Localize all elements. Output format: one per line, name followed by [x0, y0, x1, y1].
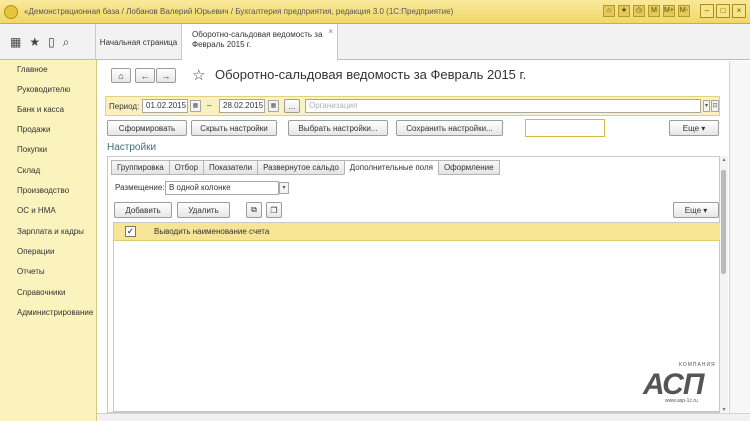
sidebar-item-reports[interactable]: Отчеты [17, 267, 45, 276]
more-label: Еще [682, 123, 700, 133]
arrow-right-icon: → [161, 70, 171, 81]
logo-url-text: www.asp-1c.ru [665, 398, 698, 404]
star-icon[interactable]: ★ [29, 35, 40, 49]
arrow-left-icon: ← [140, 70, 150, 81]
sidebar-item-warehouse[interactable]: Склад [17, 166, 40, 175]
sidebar-item-main[interactable]: Главное [17, 65, 48, 74]
add-button[interactable]: Добавить [114, 202, 172, 218]
settings-tabs: Группировка Отбор Показатели Развернутое… [111, 160, 500, 175]
mem-minus-button[interactable]: М- [678, 5, 690, 17]
close-icon[interactable]: × [328, 27, 333, 37]
settings-title: Настройки [107, 142, 157, 153]
sidebar-item-assets[interactable]: ОС и НМА [17, 206, 56, 215]
delete-button[interactable]: Удалить [177, 202, 230, 218]
favorite-star-icon[interactable]: ☆ [192, 66, 205, 84]
grid-icon[interactable]: ▦ [10, 35, 21, 49]
settings-more-label: Еще [684, 205, 702, 215]
hide-settings-button[interactable]: Скрыть настройки [191, 120, 277, 136]
date-from-field[interactable]: 01.02.2015 [142, 99, 188, 113]
chevron-down-icon: ▾ [701, 123, 706, 133]
save-settings-button[interactable]: Сохранить настройки... [396, 120, 503, 136]
calendar-icon[interactable]: ▦ [268, 100, 279, 112]
search-icon[interactable]: ⌕ [63, 35, 70, 50]
company-logo: КОМПАНИЯ АСП www.asp-1c.ru [643, 360, 723, 406]
report-form: ⌂ ← → ☆ Оборотно-сальдовая ведомость за … [97, 61, 730, 413]
sidebar-item-bank[interactable]: Банк и касса [17, 105, 64, 114]
calendar-icon[interactable]: ▦ [190, 100, 201, 112]
sidebar-item-catalogs[interactable]: Справочники [17, 288, 65, 297]
tab-report-label: Оборотно-сальдовая ведомость за Февраль … [192, 30, 323, 49]
home-icon: ⌂ [118, 70, 124, 81]
row-checkbox[interactable]: ✓ [125, 226, 136, 237]
sidebar-item-admin[interactable]: Администрирование [17, 308, 93, 317]
period-select-button[interactable]: ... [284, 99, 300, 113]
top-icons: ▦ ★ ▯ ⌕ [0, 24, 96, 60]
sidebar-item-operations[interactable]: Операции [17, 247, 54, 256]
right-margin [730, 61, 750, 413]
sections-sidebar: Главное Руководителю Банк и касса Продаж… [0, 60, 97, 421]
tab-indicators[interactable]: Показатели [203, 160, 258, 175]
scroll-down-icon[interactable]: ▾ [720, 406, 728, 413]
minimize-icon[interactable]: – [700, 4, 714, 18]
row-label: Выводить наименование счета [154, 227, 270, 236]
dropdown-icon[interactable]: ▾ [279, 182, 289, 194]
home-button[interactable]: ⌂ [111, 68, 131, 83]
scroll-up-icon[interactable]: ▴ [720, 156, 728, 163]
home-icon[interactable]: ⌂ [603, 5, 615, 17]
sidebar-item-production[interactable]: Производство [17, 186, 69, 195]
title-toolbar: ⌂ ★ ◷ М М+ М- [603, 5, 690, 17]
logo-brand-text: АСП [643, 368, 704, 401]
history-icon[interactable]: ◷ [633, 5, 645, 17]
page-title: Оборотно-сальдовая ведомость за Февраль … [215, 67, 527, 82]
tab-grouping[interactable]: Группировка [111, 160, 169, 175]
app-logo-icon [4, 4, 18, 19]
placement-select[interactable]: В одной колонке [165, 181, 279, 195]
window-title: «Демонстрационная база / Лобанов Валерий… [24, 7, 454, 16]
settings-more-button[interactable]: Еще ▾ [673, 202, 719, 218]
user-m-button[interactable]: М [648, 5, 660, 17]
close-icon[interactable]: × [732, 4, 746, 18]
sidebar-item-salary[interactable]: Зарплата и кадры [17, 227, 84, 236]
bookmark-icon[interactable]: ★ [618, 5, 630, 17]
history-icon[interactable]: ▯ [48, 35, 55, 49]
mem-plus-button[interactable]: М+ [663, 5, 675, 17]
scroll-thumb[interactable] [721, 170, 726, 274]
highlight-field[interactable] [525, 119, 605, 137]
dropdown-icon[interactable]: ▾ [703, 100, 710, 112]
back-button[interactable]: ← [135, 68, 155, 83]
sidebar-item-purchases[interactable]: Покупки [17, 145, 47, 154]
tab-filter[interactable]: Отбор [168, 160, 204, 175]
copy-icon[interactable]: ⧉ [246, 202, 262, 218]
maximize-icon[interactable]: □ [716, 4, 730, 18]
generate-button[interactable]: Сформировать [107, 120, 187, 136]
title-bar: «Демонстрационная база / Лобанов Валерий… [0, 0, 750, 24]
paste-icon[interactable]: ❐ [266, 202, 282, 218]
table-row[interactable]: ✓ Выводить наименование счета [114, 223, 720, 241]
tab-home[interactable]: Начальная страница [96, 24, 182, 60]
placement-label: Размещение: [115, 183, 165, 192]
sidebar-item-manager[interactable]: Руководителю [17, 85, 70, 94]
window-controls: – □ × [700, 4, 746, 18]
more-button[interactable]: Еще ▾ [669, 120, 719, 136]
top-panel: ▦ ★ ▯ ⌕ Начальная страница Оборотно-саль… [0, 24, 750, 61]
period-bar: Период: 01.02.2015 ▦ – 28.02.2015 ▦ ... … [105, 96, 720, 116]
forward-button[interactable]: → [156, 68, 176, 83]
tab-additional-fields[interactable]: Дополнительные поля [343, 160, 438, 175]
organization-field[interactable]: Организация [305, 99, 701, 113]
period-dash: – [207, 101, 212, 110]
open-icon[interactable]: ⊡ [711, 100, 719, 112]
date-to-field[interactable]: 28.02.2015 [219, 99, 265, 113]
tab-detailed-balance[interactable]: Развернутое сальдо [257, 160, 344, 175]
status-bar [97, 413, 750, 421]
additional-fields-table: ✓ Выводить наименование счета [113, 222, 720, 412]
choose-settings-button[interactable]: Выбрать настройки... [288, 120, 388, 136]
tab-appearance[interactable]: Оформление [437, 160, 500, 175]
sidebar-item-sales[interactable]: Продажи [17, 125, 50, 134]
chevron-down-icon: ▾ [703, 205, 708, 215]
period-label: Период: [109, 102, 140, 111]
tab-report[interactable]: Оборотно-сальдовая ведомость за Февраль … [182, 24, 338, 61]
